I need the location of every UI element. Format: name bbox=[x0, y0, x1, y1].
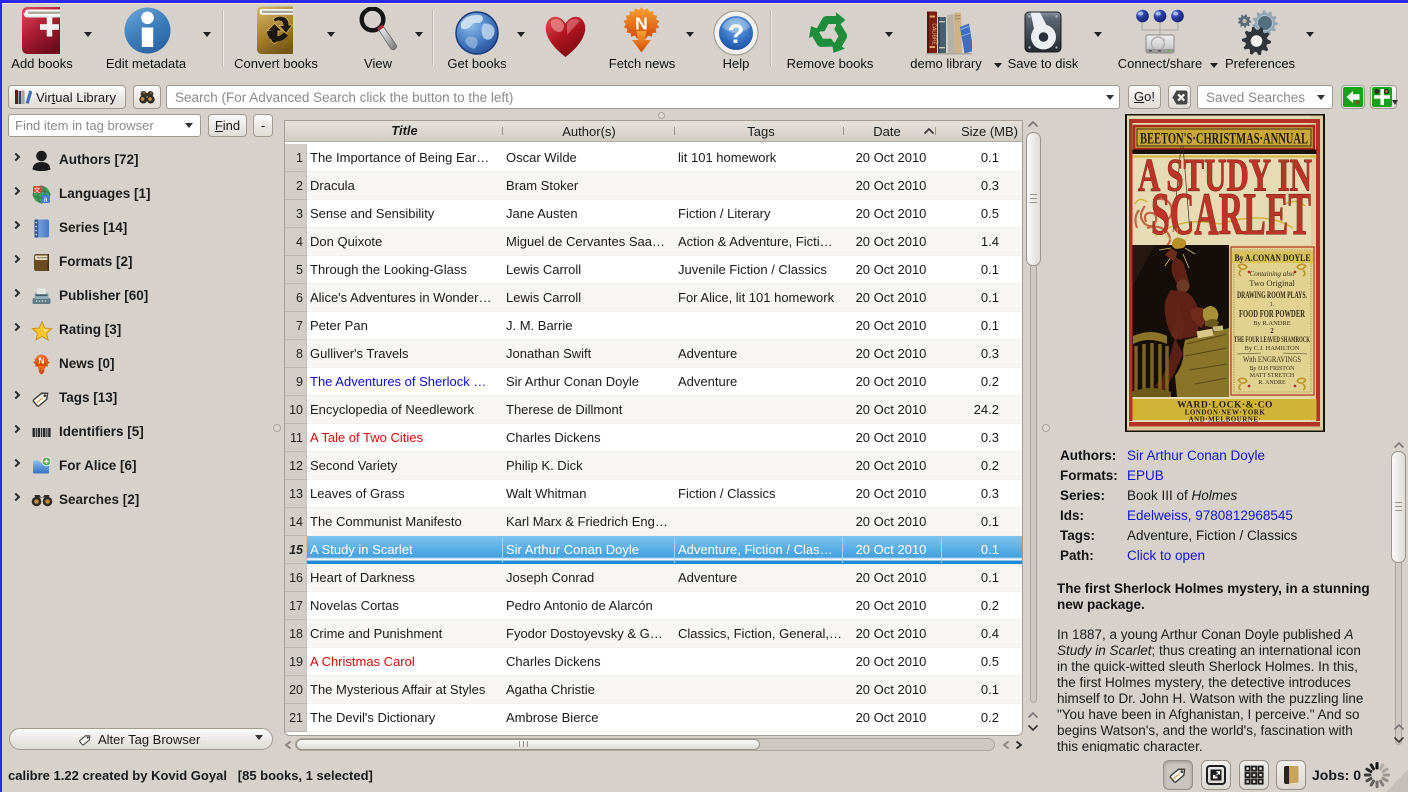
svg-text:SCARLET: SCARLET bbox=[1151, 180, 1311, 247]
svg-text:By C.J. HAMILTON: By C.J. HAMILTON bbox=[1245, 345, 1300, 352]
svg-text:By D.H FRISTON: By D.H FRISTON bbox=[1249, 366, 1295, 372]
svg-text:Containing also: Containing also bbox=[1250, 270, 1295, 278]
svg-text:?: ? bbox=[728, 19, 745, 49]
svg-text:CALIBRE: CALIBRE bbox=[930, 23, 936, 45]
svg-text:MATT STRETCH: MATT STRETCH bbox=[1250, 373, 1295, 379]
svg-text:文: 文 bbox=[34, 185, 41, 194]
svg-text:DRAWING ROOM PLAYS.: DRAWING ROOM PLAYS. bbox=[1237, 290, 1307, 300]
svg-text:1.: 1. bbox=[1270, 302, 1275, 308]
svg-text:R. ANDRE: R. ANDRE bbox=[1258, 380, 1286, 386]
svg-text:N: N bbox=[635, 14, 648, 34]
svg-text:With ENGRAVINGS: With ENGRAVINGS bbox=[1243, 354, 1301, 364]
svg-text:By R.ANDRE: By R.ANDRE bbox=[1253, 320, 1291, 327]
svg-text:Two Original: Two Original bbox=[1249, 278, 1295, 288]
svg-text:N: N bbox=[38, 356, 44, 366]
svg-text:a: a bbox=[44, 197, 48, 204]
svg-text:THE FOUR LEAVED SHAMROCK: THE FOUR LEAVED SHAMROCK bbox=[1234, 335, 1310, 344]
svg-text:2: 2 bbox=[1270, 327, 1274, 335]
svg-text:BEETON'S·CHRISTMAS·ANNUAL: BEETON'S·CHRISTMAS·ANNUAL bbox=[1140, 131, 1308, 148]
svg-text:FOOD FOR POWDER: FOOD FOR POWDER bbox=[1239, 309, 1306, 320]
svg-text:By A.CONAN DOYLE: By A.CONAN DOYLE bbox=[1235, 254, 1311, 264]
